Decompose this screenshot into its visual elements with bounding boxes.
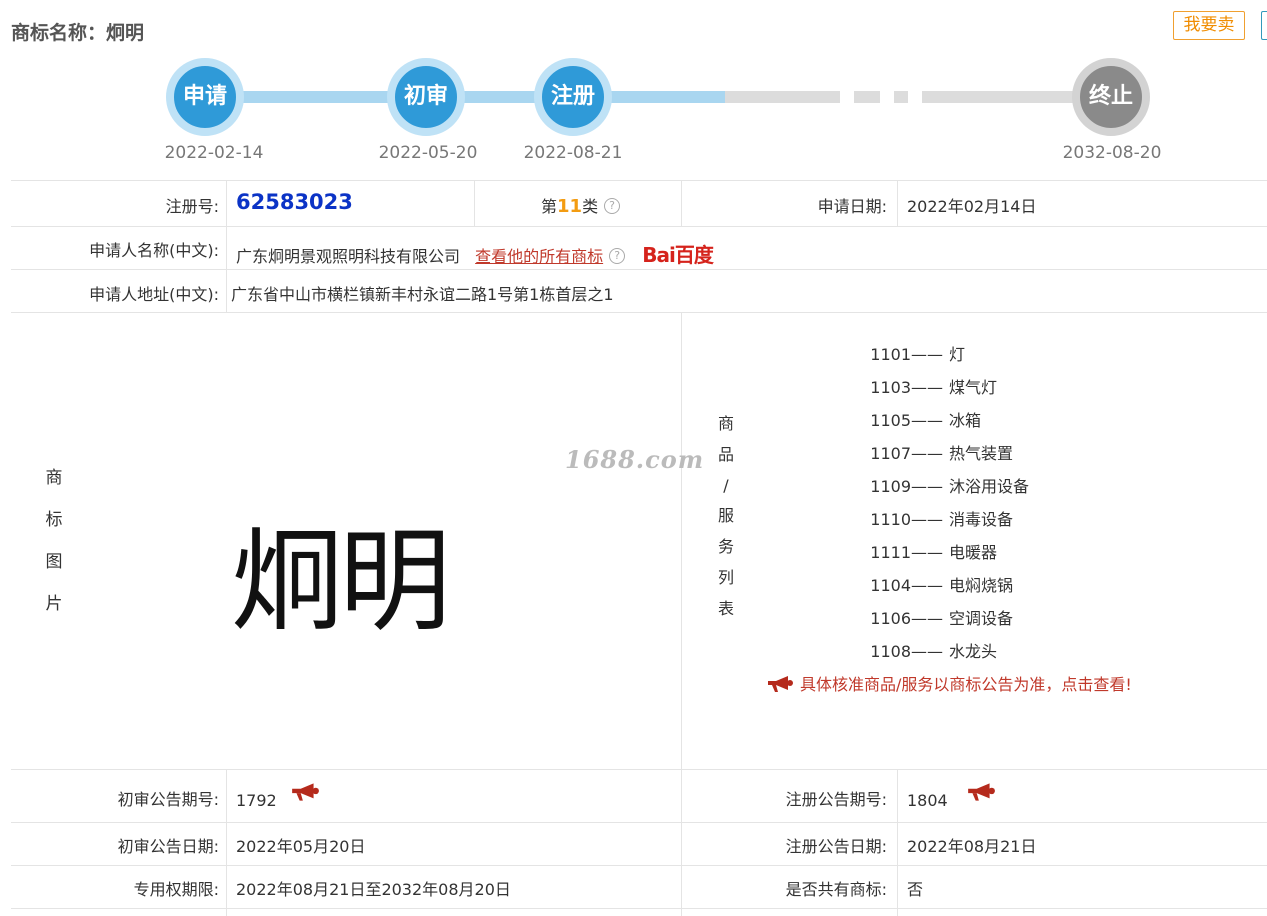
goods-list: 1101—— 灯 1103—— 煤气灯 1105—— 冰箱 1107—— 热气装置 11… <box>841 341 1029 671</box>
secondary-button[interactable] <box>1261 11 1267 40</box>
reg-pub-no-value: 1804 <box>907 791 948 810</box>
reg-pub-date-value: 2022年08月21日 <box>907 837 1037 856</box>
progress-gap <box>840 90 854 104</box>
all-marks-link[interactable]: 查看他的所有商标 <box>475 247 603 266</box>
term-label: 专用权期限: <box>133 880 219 899</box>
goods-item: 1106—— 空调设备 <box>870 609 1014 628</box>
shared-label: 是否共有商标: <box>785 880 887 899</box>
reg-pub-date-label: 注册公告日期: <box>785 837 887 856</box>
class-number: 11 <box>557 196 583 217</box>
step-terminate-date: 2032-08-20 <box>1062 143 1162 163</box>
apply-date-value: 2022年02月14日 <box>907 197 1037 216</box>
goods-item: 1105—— 冰箱 <box>870 411 982 430</box>
goods-item: 1101—— 灯 <box>870 345 966 364</box>
prelim-no-value: 1792 <box>236 791 277 810</box>
row-pub-date: 初审公告日期: 2022年05月20日 注册公告日期: 2022年08月21日 <box>11 822 1267 865</box>
megaphone-icon[interactable] <box>966 782 996 802</box>
goods-item: 1104—— 电焖烧锅 <box>870 576 1014 595</box>
applicant-label: 申请人名称(中文): <box>89 241 219 260</box>
step-preliminary-date: 2022-05-20 <box>378 143 478 163</box>
step-preliminary: 初审 <box>387 58 465 136</box>
goods-notice-link[interactable]: 具体核准商品/服务以商标公告为准，点击查看! <box>766 671 1132 695</box>
sell-button[interactable]: 我要卖 <box>1173 11 1245 40</box>
row-next <box>11 908 1267 916</box>
progress-gap <box>908 90 922 104</box>
class-value: 第11类? <box>541 193 621 217</box>
address-label: 申请人地址(中文): <box>89 285 219 304</box>
row-address: 申请人地址(中文): 广东省中山市横栏镇新丰村永谊二路1号第1栋首层之1 <box>11 269 1267 312</box>
step-apply-date: 2022-02-14 <box>164 143 264 163</box>
goods-item: 1108—— 水龙头 <box>870 642 998 661</box>
row-applicant: 申请人名称(中文): 广东炯明景观照明科技有限公司 查看他的所有商标? Bai百… <box>11 226 1267 269</box>
reg-no-label: 注册号: <box>165 197 219 216</box>
trademark-image: 炯明 <box>231 517 451 647</box>
step-register: 注册 <box>534 58 612 136</box>
watermark: 1688.com <box>565 445 705 474</box>
goods-label: 商 品 / 服 务 列 表 <box>717 414 734 618</box>
address-value: 广东省中山市横栏镇新丰村永谊二路1号第1栋首层之1 <box>231 285 614 304</box>
goods-item: 1110—— 消毒设备 <box>870 510 1014 529</box>
goods-item: 1111—— 电暖器 <box>870 543 998 562</box>
goods-item: 1107—— 热气装置 <box>870 444 1014 463</box>
help-icon[interactable]: ? <box>604 198 621 214</box>
apply-date-label: 申请日期: <box>817 197 887 216</box>
progress-bar-complete <box>205 91 725 103</box>
row-image-goods: 商 标 图 片 炯明 1688.com 商 品 / 服 务 列 表 1101——… <box>11 312 1267 769</box>
reg-pub-no-label: 注册公告期号: <box>785 790 887 809</box>
goods-item: 1103—— 煤气灯 <box>870 378 998 397</box>
row-reg-no: 注册号: 62583023 第11类? 申请日期: 2022年02月14日 <box>11 180 1267 226</box>
applicant-value: 广东炯明景观照明科技有限公司 查看他的所有商标? Bai百度 <box>236 243 714 267</box>
prelim-date-value: 2022年05月20日 <box>236 837 366 856</box>
step-apply: 申请 <box>166 58 244 136</box>
help-icon[interactable]: ? <box>609 248 626 264</box>
progress-gap <box>880 90 894 104</box>
page-title: 商标名称：炯明 <box>11 22 145 44</box>
reg-no-value: 62583023 <box>236 190 353 214</box>
megaphone-icon[interactable] <box>290 782 320 802</box>
megaphone-icon <box>768 676 793 692</box>
row-pub-no: 初审公告期号: 1792 注册公告期号: 1804 <box>11 769 1267 822</box>
prelim-date-label: 初审公告日期: <box>117 837 219 856</box>
prelim-no-label: 初审公告期号: <box>117 790 219 809</box>
term-value: 2022年08月21日至2032年08月20日 <box>236 880 511 899</box>
step-register-date: 2022-08-21 <box>523 143 623 163</box>
shared-value: 否 <box>907 880 924 899</box>
row-term: 专用权期限: 2022年08月21日至2032年08月20日 是否共有商标: 否 <box>11 865 1267 908</box>
image-label: 商 标 图 片 <box>45 468 63 614</box>
step-terminate: 终止 <box>1072 58 1150 136</box>
goods-item: 1109—— 沐浴用设备 <box>870 477 1030 496</box>
baidu-logo[interactable]: Bai百度 <box>642 243 714 267</box>
